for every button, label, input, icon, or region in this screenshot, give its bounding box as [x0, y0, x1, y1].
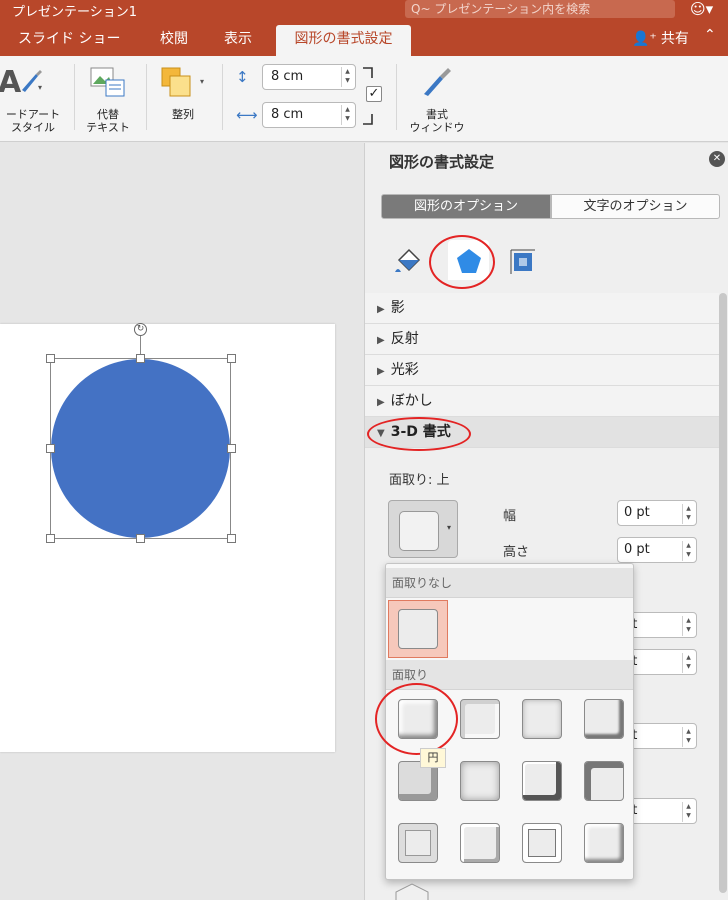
expand-arrow-icon: ▶: [377, 366, 385, 377]
bevel-riblet-option[interactable]: [456, 819, 504, 867]
section-reflection[interactable]: ▶ 反射: [365, 324, 719, 355]
alt-text-button[interactable]: 代替 テキスト: [80, 108, 136, 134]
tab-view[interactable]: 表示: [224, 28, 252, 48]
pane-title: 図形の書式設定: [389, 153, 495, 171]
add-person-icon: 👤⁺: [632, 31, 657, 47]
wordart-styles-button[interactable]: ードアート スタイル: [0, 108, 66, 134]
width-icon: ⟷: [236, 106, 258, 124]
expand-arrow-icon: ▶: [377, 397, 385, 408]
pane-scrollbar[interactable]: [719, 293, 727, 893]
bevel-top-label: 面取り: 上: [389, 473, 450, 488]
resize-handle-w[interactable]: [46, 444, 55, 453]
width-label: 幅: [503, 509, 517, 524]
bevel-preview: [399, 511, 439, 551]
share-label: 共有: [660, 31, 689, 47]
resize-handle-se[interactable]: [227, 534, 236, 543]
expand-arrow-icon: ▶: [377, 335, 385, 346]
ribbon-separator: [222, 64, 223, 130]
ribbon-tab-bar: スライド ショー 校閲 表示 図形の書式設定 👤⁺ 共有 ⌃: [0, 20, 728, 56]
tab-shape-format[interactable]: 図形の書式設定: [276, 25, 411, 56]
ribbon: A ▾ ードアート スタイル 代替 テキスト ▾ 整列 ↕ 8 cm ▲▼ ⟷: [0, 56, 728, 142]
stepper[interactable]: ▲ ▼: [682, 616, 694, 636]
rotate-handle-icon[interactable]: ↻: [134, 323, 147, 336]
title-bar: プレゼンテーション1 Q~ プレゼンテーション内を検索 ☺▾: [0, 0, 728, 20]
bevel-none-option[interactable]: [388, 600, 448, 658]
svg-text:A: A: [0, 65, 22, 98]
resize-handle-sw[interactable]: [46, 534, 55, 543]
window-title: プレゼンテーション1: [12, 5, 138, 20]
bevel-preview-bottom: [392, 880, 432, 900]
expand-arrow-icon: ▶: [377, 304, 385, 315]
tab-slideshow[interactable]: スライド ショー: [18, 28, 120, 48]
bevel-width-field[interactable]: 0 pt ▲ ▼: [617, 500, 697, 526]
bevel-cool-slant-option[interactable]: [580, 695, 628, 743]
height-label: 高さ: [503, 545, 530, 560]
format-pane-icon[interactable]: [418, 64, 454, 100]
section-soft-edges[interactable]: ▶ ぼかし: [365, 386, 719, 417]
bevel-tooltip: 円: [420, 748, 446, 768]
bevel-cross-option[interactable]: [518, 695, 566, 743]
close-icon[interactable]: ✕: [709, 151, 725, 167]
bevel-top-dropdown[interactable]: ▾: [388, 500, 458, 558]
arrange-icon[interactable]: ▾: [160, 66, 210, 98]
svg-text:▾: ▾: [200, 77, 204, 86]
bevel-slope-option[interactable]: [580, 757, 628, 805]
tab-shape-options[interactable]: 図形のオプション: [381, 194, 551, 219]
arrange-button[interactable]: 整列: [160, 108, 206, 121]
height-stepper[interactable]: ▲ ▼: [341, 67, 353, 87]
fill-line-icon[interactable]: [391, 240, 425, 280]
bevel-width-stepper[interactable]: ▲ ▼: [682, 504, 694, 524]
shape-height-field[interactable]: 8 cm ▲ ▼: [262, 64, 356, 90]
bevel-height-field[interactable]: 0 pt ▲ ▼: [617, 537, 697, 563]
share-button[interactable]: 👤⁺ 共有: [632, 28, 689, 48]
bevel-convex-option[interactable]: [518, 757, 566, 805]
chevron-down-icon: ▾: [446, 523, 451, 532]
lock-aspect-ratio-checkbox[interactable]: ✓: [366, 86, 382, 102]
stepper[interactable]: ▲ ▼: [682, 727, 694, 747]
section-shadow[interactable]: ▶ 影: [365, 293, 719, 324]
selection-box: [50, 358, 231, 539]
bevel-relaxed-inset-option[interactable]: [456, 695, 504, 743]
bevel-divot-option[interactable]: [394, 819, 442, 867]
resize-handle-ne[interactable]: [227, 354, 236, 363]
ribbon-separator: [396, 64, 397, 130]
annotation-ring: [375, 683, 458, 755]
annotation-ring: [429, 235, 495, 289]
shape-height-value: 8 cm: [271, 69, 304, 84]
no-bevel-header: 面取りなし: [386, 568, 633, 598]
resize-handle-e[interactable]: [227, 444, 236, 453]
ribbon-separator: [146, 64, 147, 130]
bevel-art-deco-option[interactable]: [580, 819, 628, 867]
alt-text-icon[interactable]: [90, 66, 126, 98]
width-stepper[interactable]: ▲ ▼: [341, 105, 353, 125]
stepper[interactable]: ▲ ▼: [682, 653, 694, 673]
search-input[interactable]: Q~ プレゼンテーション内を検索: [405, 0, 675, 18]
resize-handle-n[interactable]: [136, 354, 145, 363]
height-icon: ↕: [236, 68, 249, 86]
tab-text-options[interactable]: 文字のオプション: [551, 194, 720, 219]
stepper[interactable]: ▲ ▼: [682, 802, 694, 822]
tab-review[interactable]: 校閲: [160, 28, 188, 48]
svg-text:▾: ▾: [38, 83, 42, 92]
bevel-soft-round-option[interactable]: [456, 757, 504, 805]
resize-handle-nw[interactable]: [46, 354, 55, 363]
resize-handle-s[interactable]: [136, 534, 145, 543]
feedback-smiley-icon[interactable]: ☺▾: [690, 0, 713, 18]
ribbon-separator: [74, 64, 75, 130]
format-pane-button[interactable]: 書式 ウィンドウ: [404, 108, 470, 134]
bevel-hard-edge-option[interactable]: [518, 819, 566, 867]
shape-width-field[interactable]: 8 cm ▲ ▼: [262, 102, 356, 128]
wordart-icon[interactable]: A ▾: [0, 64, 46, 100]
bevel-height-stepper[interactable]: ▲ ▼: [682, 541, 694, 561]
collapse-ribbon-chevron-icon[interactable]: ⌃: [704, 27, 716, 43]
section-glow[interactable]: ▶ 光彩: [365, 355, 719, 386]
annotation-ring: [367, 417, 471, 451]
shape-width-value: 8 cm: [271, 107, 304, 122]
size-properties-icon[interactable]: [505, 240, 539, 280]
